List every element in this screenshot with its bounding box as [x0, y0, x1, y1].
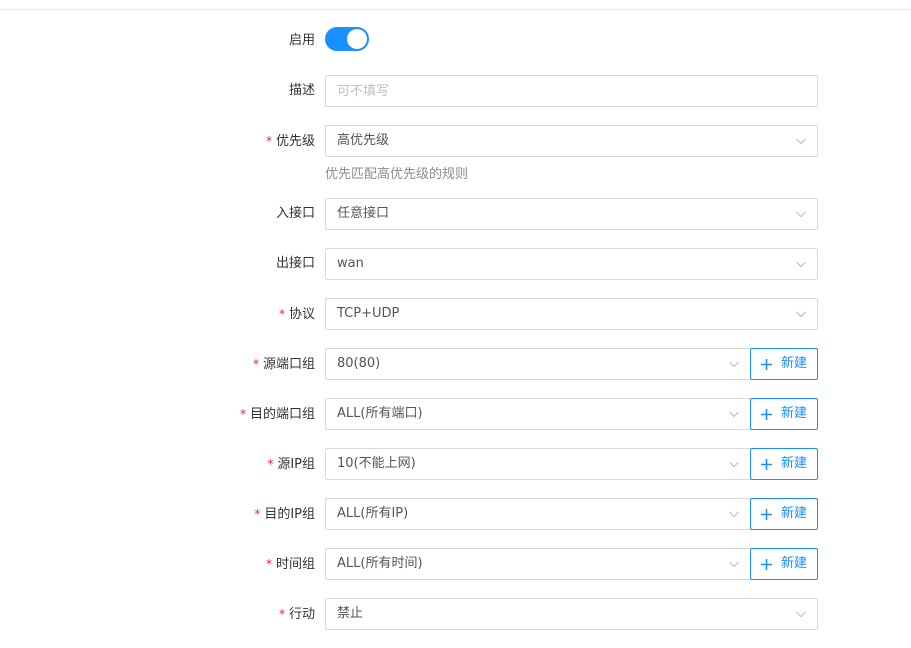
- new-button-label: 新建: [781, 556, 808, 571]
- src-ip-group-select[interactable]: 10(不能上网): [325, 448, 751, 480]
- form-row-dst-ip-group: * 目的IP组 ALL(所有IP) 新建: [0, 498, 911, 530]
- new-button-label: 新建: [781, 356, 808, 371]
- chevron-down-icon: [796, 611, 806, 618]
- action-value: 禁止: [337, 606, 364, 621]
- priority-label: * 优先级: [265, 134, 315, 149]
- form-row-in-interface: 入接口 任意接口: [0, 198, 911, 230]
- top-divider: [0, 9, 911, 10]
- out-interface-value: wan: [337, 256, 364, 271]
- enabled-toggle[interactable]: [325, 27, 369, 51]
- new-dst-port-group-button[interactable]: 新建: [750, 398, 818, 430]
- in-interface-label: 入接口: [275, 206, 315, 221]
- src-port-group-value: 80(80): [337, 356, 381, 371]
- protocol-value: TCP+UDP: [337, 306, 400, 321]
- form-row-priority: * 优先级 高优先级: [0, 125, 911, 157]
- dst-ip-group-label: * 目的IP组: [254, 507, 315, 522]
- form-row-time-group: * 时间组 ALL(所有时间) 新建: [0, 548, 911, 580]
- required-mark: *: [239, 407, 246, 421]
- protocol-label: * 协议: [278, 307, 315, 322]
- required-mark: *: [265, 557, 272, 571]
- form-row-src-ip-group: * 源IP组 10(不能上网) 新建: [0, 448, 911, 480]
- chevron-down-icon: [729, 411, 739, 418]
- required-mark: *: [252, 357, 259, 371]
- plus-icon: [761, 459, 772, 470]
- dst-ip-group-select[interactable]: ALL(所有IP): [325, 498, 751, 530]
- required-mark: *: [265, 134, 272, 148]
- time-group-select[interactable]: ALL(所有时间): [325, 548, 751, 580]
- src-port-group-select[interactable]: 80(80): [325, 348, 751, 380]
- src-ip-group-value: 10(不能上网): [337, 456, 416, 471]
- new-button-label: 新建: [781, 506, 808, 521]
- new-button-label: 新建: [781, 456, 808, 471]
- action-label: * 行动: [278, 607, 315, 622]
- chevron-down-icon: [729, 511, 739, 518]
- chevron-down-icon: [796, 261, 806, 268]
- enabled-label: 启用: [288, 33, 315, 48]
- form-row-enabled: 启用: [0, 25, 911, 57]
- chevron-down-icon: [729, 561, 739, 568]
- out-interface-label: 出接口: [275, 256, 315, 271]
- dst-port-group-value: ALL(所有端口): [337, 406, 423, 421]
- form-row-out-interface: 出接口 wan: [0, 248, 911, 280]
- in-interface-select[interactable]: 任意接口: [325, 198, 818, 230]
- chevron-down-icon: [729, 361, 739, 368]
- description-field: [325, 75, 818, 107]
- new-dst-ip-group-button[interactable]: 新建: [750, 498, 818, 530]
- form-row-src-port-group: * 源端口组 80(80) 新建: [0, 348, 911, 380]
- new-time-group-button[interactable]: 新建: [750, 548, 818, 580]
- required-mark: *: [267, 457, 274, 471]
- form-row-dst-port-group: * 目的端口组 ALL(所有端口) 新建: [0, 398, 911, 430]
- dst-ip-group-value: ALL(所有IP): [337, 506, 409, 521]
- required-mark: *: [278, 607, 285, 621]
- form-row-description: 描述: [0, 75, 911, 107]
- form-row-action: * 行动 禁止: [0, 598, 911, 630]
- out-interface-select[interactable]: wan: [325, 248, 818, 280]
- toggle-knob: [347, 29, 367, 49]
- time-group-value: ALL(所有时间): [337, 556, 423, 571]
- form-row-protocol: * 协议 TCP+UDP: [0, 298, 911, 330]
- time-group-label: * 时间组: [265, 557, 315, 572]
- plus-icon: [761, 509, 772, 520]
- src-port-group-label: * 源端口组: [252, 357, 315, 372]
- chevron-down-icon: [729, 461, 739, 468]
- chevron-down-icon: [796, 138, 806, 145]
- description-label: 描述: [288, 83, 315, 98]
- priority-select[interactable]: 高优先级: [325, 125, 818, 157]
- protocol-select[interactable]: TCP+UDP: [325, 298, 818, 330]
- plus-icon: [761, 409, 772, 420]
- description-input[interactable]: [326, 76, 818, 106]
- new-src-ip-group-button[interactable]: 新建: [750, 448, 818, 480]
- chevron-down-icon: [796, 211, 806, 218]
- dst-port-group-select[interactable]: ALL(所有端口): [325, 398, 751, 430]
- plus-icon: [761, 559, 772, 570]
- required-mark: *: [278, 307, 285, 321]
- src-ip-group-label: * 源IP组: [267, 457, 315, 472]
- chevron-down-icon: [796, 311, 806, 318]
- required-mark: *: [254, 507, 261, 521]
- new-src-port-group-button[interactable]: 新建: [750, 348, 818, 380]
- plus-icon: [761, 359, 772, 370]
- new-button-label: 新建: [781, 406, 808, 421]
- priority-value: 高优先级: [337, 133, 390, 148]
- dst-port-group-label: * 目的端口组: [239, 407, 315, 422]
- action-select[interactable]: 禁止: [325, 598, 818, 630]
- priority-hint: 优先匹配高优先级的规则: [325, 167, 469, 182]
- in-interface-value: 任意接口: [337, 206, 390, 221]
